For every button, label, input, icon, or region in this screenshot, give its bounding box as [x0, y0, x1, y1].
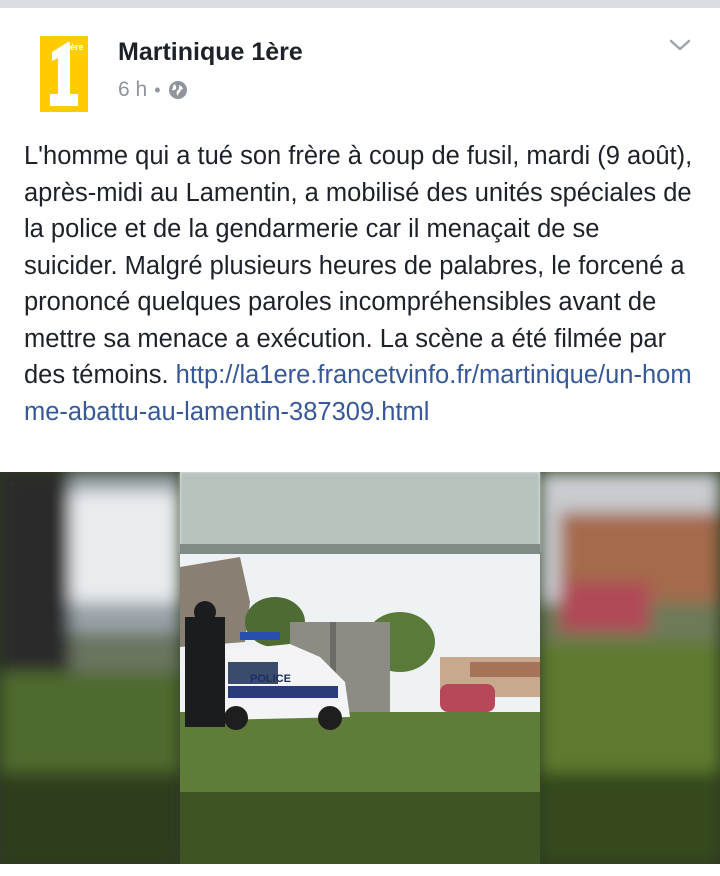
post-card: ère Martinique 1ère 6 h • L'homme qui a … — [0, 8, 720, 876]
video-thumbnail: POLICE — [0, 472, 720, 864]
top-strip — [0, 0, 720, 8]
post-text: L'homme qui a tué son frère à coup de fu… — [24, 138, 696, 430]
svg-text:ère: ère — [70, 42, 84, 52]
car-label: POLICE — [250, 673, 291, 685]
chevron-down-icon[interactable] — [668, 36, 692, 54]
post-meta: 6 h • — [118, 78, 188, 102]
page-avatar[interactable]: ère — [40, 36, 88, 112]
page-name[interactable]: Martinique 1ère — [118, 38, 303, 67]
post-header: ère Martinique 1ère 6 h • — [0, 8, 720, 118]
post-message: L'homme qui a tué son frère à coup de fu… — [24, 142, 693, 389]
meta-separator: • — [154, 79, 161, 100]
post-media[interactable]: POLICE — [0, 472, 720, 864]
france-1ere-logo-icon: ère — [40, 36, 88, 112]
globe-icon — [168, 81, 187, 99]
timestamp[interactable]: 6 h — [118, 78, 147, 102]
